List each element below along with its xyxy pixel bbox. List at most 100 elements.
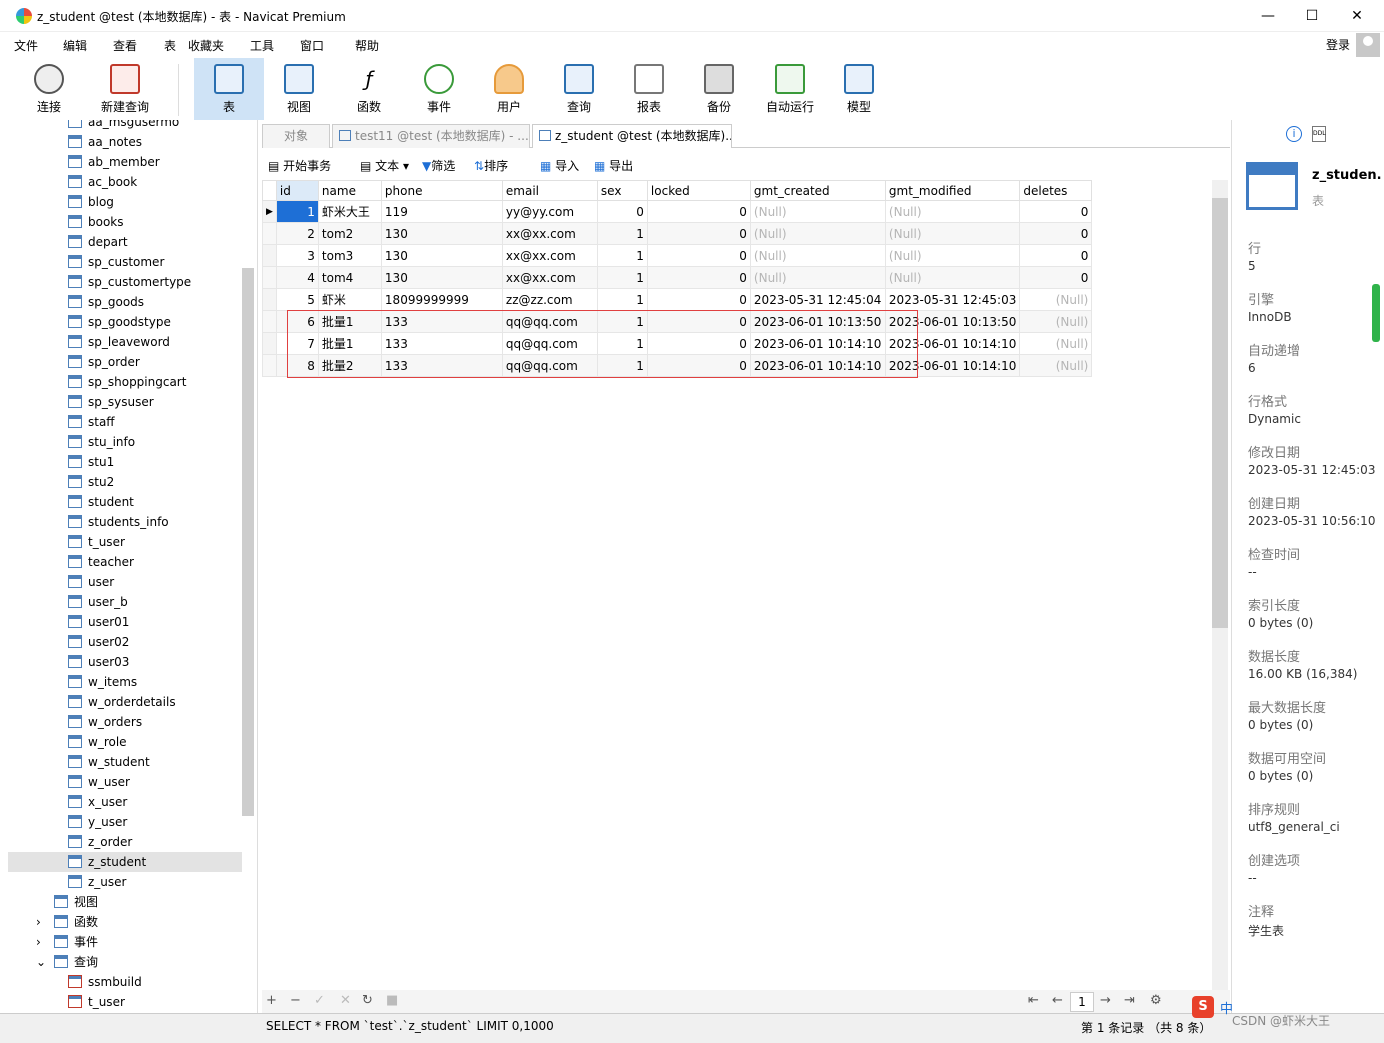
new-query-button[interactable]: 新建查询	[96, 58, 154, 120]
cell-sex[interactable]: 1	[596, 222, 648, 245]
query-item-t-user[interactable]: t_user	[68, 992, 125, 1012]
cell-email[interactable]: xx@xx.com	[501, 222, 598, 245]
cell-locked[interactable]: 0	[646, 266, 751, 289]
tree-item-sp-sysuser[interactable]: sp_sysuser	[8, 392, 242, 412]
cell-phone[interactable]: 130	[380, 266, 503, 289]
expand-arrow-icon[interactable]: ›	[36, 932, 54, 952]
cell-email[interactable]: yy@yy.com	[501, 200, 598, 223]
text-button[interactable]: ▤ 文本 ▾	[360, 157, 409, 174]
tree-item-z-student[interactable]: z_student	[8, 852, 242, 872]
info-icon[interactable]: i	[1286, 126, 1302, 142]
row-marker[interactable]	[262, 266, 277, 289]
column-header-name[interactable]: name	[317, 180, 382, 201]
tree-item-w-orders[interactable]: w_orders	[8, 712, 242, 732]
tree-item-teacher[interactable]: teacher	[8, 552, 242, 572]
scrollbar-thumb[interactable]	[1212, 198, 1228, 628]
last-page-icon[interactable]: ⇥	[1124, 993, 1135, 1008]
cell-phone[interactable]: 130	[380, 244, 503, 267]
minimize-button[interactable]: —	[1258, 6, 1278, 26]
cell-locked[interactable]: 0	[646, 200, 751, 223]
view-button[interactable]: 视图	[272, 58, 326, 120]
prev-page-icon[interactable]: ←	[1052, 993, 1063, 1008]
cell-gmt-created[interactable]: (Null)	[749, 244, 886, 267]
row-marker[interactable]	[262, 222, 277, 245]
tree-item-w-orderdetails[interactable]: w_orderdetails	[8, 692, 242, 712]
apply-icon[interactable]: ✓	[314, 993, 325, 1008]
tree-item-students-info[interactable]: students_info	[8, 512, 242, 532]
cell-deletes[interactable]: (Null)	[1019, 354, 1093, 377]
row-marker[interactable]	[262, 310, 277, 333]
table-row[interactable]: 2 tom2 130 xx@xx.com 1 0 (Null) (Null) 0	[262, 222, 1093, 245]
tree-item-t-user[interactable]: t_user	[8, 532, 242, 552]
event-group[interactable]: › 事件	[36, 932, 98, 952]
query-button[interactable]: 查询	[552, 58, 606, 120]
event-button[interactable]: 事件	[412, 58, 466, 120]
expand-arrow-icon[interactable]: ›	[36, 912, 54, 932]
column-header-email[interactable]: email	[501, 180, 598, 201]
tree-item-stu1[interactable]: stu1	[8, 452, 242, 472]
cell-gmt-created[interactable]: 2023-05-31 12:45:04	[749, 288, 886, 311]
tree-item-student[interactable]: student	[8, 492, 242, 512]
discard-icon[interactable]: ✕	[340, 993, 351, 1008]
tab-objects[interactable]: 对象	[262, 124, 330, 148]
cell-deletes[interactable]: 0	[1019, 266, 1093, 289]
cell-name[interactable]: tom4	[317, 266, 382, 289]
sort-button[interactable]: ⇅排序	[474, 157, 508, 174]
ddl-icon[interactable]: DDL	[1312, 126, 1326, 142]
cell-phone[interactable]: 18099999999	[380, 288, 503, 311]
menu-table[interactable]: 表	[164, 37, 176, 54]
cell-locked[interactable]: 0	[646, 244, 751, 267]
close-button[interactable]: ✕	[1347, 6, 1367, 26]
function-group[interactable]: › 函数	[36, 912, 98, 932]
function-button[interactable]: ƒ 函数	[342, 58, 396, 120]
login-link[interactable]: 登录	[1326, 36, 1350, 53]
cell-gmt-modified[interactable]: 2023-05-31 12:45:03	[884, 288, 1021, 311]
tree-item-sp-customertype[interactable]: sp_customertype	[8, 272, 242, 292]
cell-locked[interactable]: 0	[646, 222, 751, 245]
query-group[interactable]: ⌄ 查询	[36, 952, 98, 972]
cell-gmt-created[interactable]: (Null)	[749, 222, 886, 245]
tree-item-staff[interactable]: staff	[8, 412, 242, 432]
autorun-button[interactable]: 自动运行	[760, 58, 820, 120]
tree-item-z-order[interactable]: z_order	[8, 832, 242, 852]
tab-test11[interactable]: test11 @test (本地数据库) - ...	[332, 124, 530, 148]
cell-gmt-modified[interactable]: (Null)	[884, 244, 1021, 267]
cell-deletes[interactable]: (Null)	[1019, 310, 1093, 333]
cell-sex[interactable]: 1	[596, 288, 648, 311]
table-button[interactable]: 表	[194, 58, 264, 120]
tree-item-user[interactable]: user	[8, 572, 242, 592]
query-item-ssmbuild[interactable]: ssmbuild	[68, 972, 142, 992]
tree-item-stu-info[interactable]: stu_info	[8, 432, 242, 452]
maximize-button[interactable]: ☐	[1302, 6, 1322, 26]
cell-id[interactable]: 4	[275, 266, 319, 289]
table-row[interactable]: 3 tom3 130 xx@xx.com 1 0 (Null) (Null) 0	[262, 244, 1093, 267]
cell-sex[interactable]: 1	[596, 244, 648, 267]
cell-id[interactable]: 5	[275, 288, 319, 311]
report-button[interactable]: 报表	[622, 58, 676, 120]
tree-item-ac-book[interactable]: ac_book	[8, 172, 242, 192]
first-page-icon[interactable]: ⇤	[1028, 993, 1039, 1008]
tree-item-user03[interactable]: user03	[8, 652, 242, 672]
cell-gmt-modified[interactable]: (Null)	[884, 200, 1021, 223]
tree-item-depart[interactable]: depart	[8, 232, 242, 252]
row-marker[interactable]: ▶	[262, 200, 277, 223]
tree-item-aa-notes[interactable]: aa_notes	[8, 132, 242, 152]
cell-id[interactable]: 3	[275, 244, 319, 267]
row-marker[interactable]	[262, 354, 277, 377]
menu-window[interactable]: 窗口	[300, 37, 324, 54]
tree-item-stu2[interactable]: stu2	[8, 472, 242, 492]
tree-item-user01[interactable]: user01	[8, 612, 242, 632]
row-marker[interactable]	[262, 244, 277, 267]
refresh-icon[interactable]: ↻	[362, 993, 373, 1008]
backup-button[interactable]: 备份	[692, 58, 746, 120]
cell-gmt-modified[interactable]: (Null)	[884, 266, 1021, 289]
user-avatar-icon[interactable]	[1356, 33, 1380, 57]
cell-sex[interactable]: 0	[596, 200, 648, 223]
column-header-gmt-created[interactable]: gmt_created	[749, 180, 886, 201]
page-number-input[interactable]: 1	[1070, 992, 1094, 1012]
delete-row-icon[interactable]: −	[290, 993, 301, 1008]
tree-item-w-role[interactable]: w_role	[8, 732, 242, 752]
next-page-icon[interactable]: →	[1100, 993, 1111, 1008]
tree-item-y-user[interactable]: y_user	[8, 812, 242, 832]
connect-button[interactable]: 连接	[24, 58, 74, 120]
